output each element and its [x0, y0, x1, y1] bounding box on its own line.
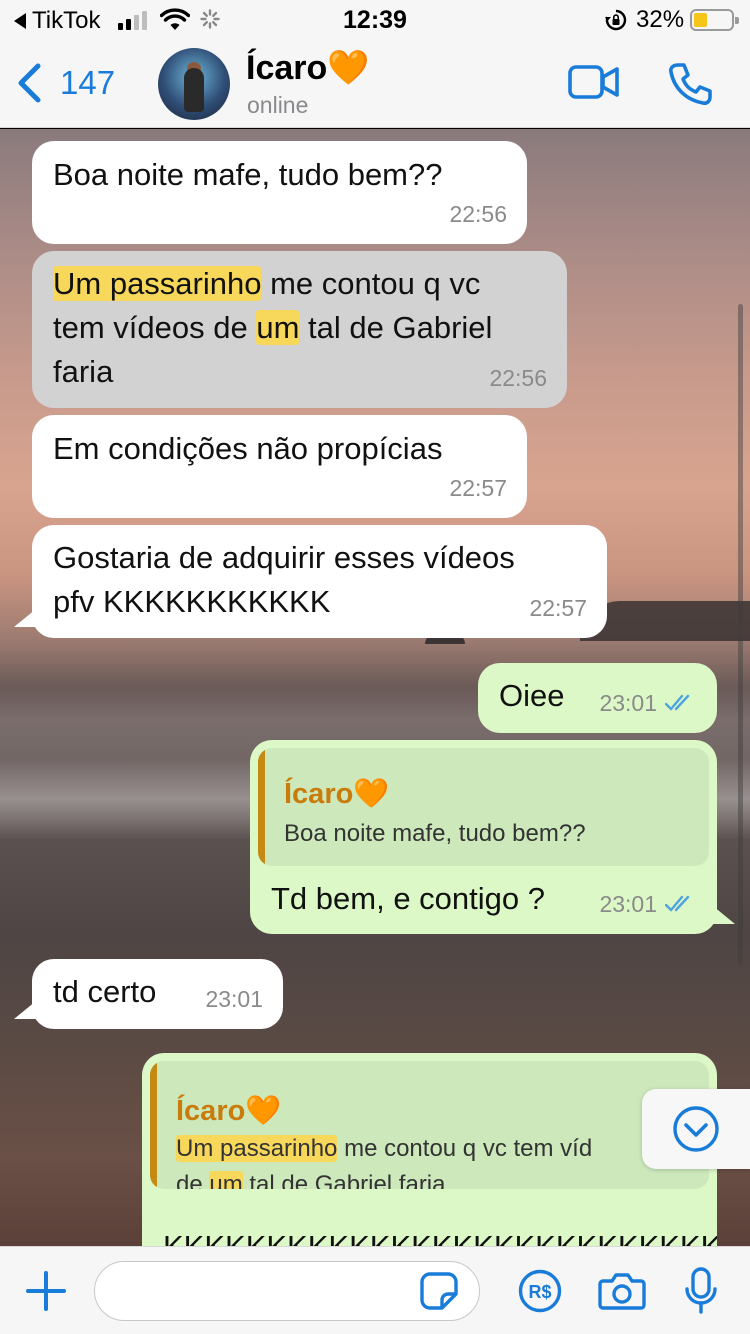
chat-area[interactable]: Boa noite mafe, tudo bem?? 22:56 Um pass…	[0, 129, 750, 1246]
message-time: 22:57	[449, 475, 507, 501]
message-text: Oiee	[499, 678, 565, 713]
message-time: 23:01	[599, 690, 657, 716]
scroll-to-bottom-button[interactable]	[642, 1089, 750, 1169]
message-time: 22:56	[489, 365, 547, 391]
pix-payment-icon[interactable]: R$	[518, 1269, 562, 1313]
quote-text: Boa noite mafe, tudo bem??	[284, 820, 586, 847]
quoted-message[interactable]: Ícaro🧡 Boa noite mafe, tudo bem??	[258, 748, 709, 866]
status-bar: TikTok 12:39 32%	[0, 0, 750, 40]
quote-text: Um passarinho me contou q vc tem víd de …	[176, 1131, 592, 1189]
message-text: Gostaria de adquirir esses vídeos pfv KK…	[53, 540, 515, 619]
sticker-icon[interactable]	[420, 1272, 458, 1310]
contact-name[interactable]: Ícaro🧡	[246, 48, 370, 88]
scrollbar[interactable]	[738, 304, 743, 964]
unread-count: 147	[60, 64, 116, 101]
quoted-message[interactable]: Ícaro🧡 Um passarinho me contou q vc tem …	[150, 1061, 709, 1189]
camera-icon[interactable]	[598, 1271, 646, 1311]
message-bubble[interactable]: td certo 23:01	[32, 959, 283, 1029]
message-text: td certo	[53, 974, 157, 1009]
orientation-lock-icon	[605, 9, 627, 31]
message-text: KKKKKKKKKKKKKKKKKKKKKKKKKKK	[163, 1225, 717, 1246]
message-bubble[interactable]: Em condições não propícias 22:57	[32, 415, 527, 518]
message-text: Em condições não propícias	[53, 431, 443, 466]
plus-icon[interactable]	[24, 1269, 68, 1313]
message-bubble-outgoing[interactable]: Ícaro🧡 Boa noite mafe, tudo bem?? Td bem…	[250, 740, 717, 934]
composer-bar: R$	[0, 1246, 750, 1334]
microphone-icon[interactable]	[684, 1267, 718, 1315]
read-receipt-icon	[665, 694, 690, 711]
message-text: Um passarinho me contou q vc tem vídeos …	[53, 266, 493, 389]
message-text: Boa noite mafe, tudo bem??	[53, 157, 443, 192]
message-bubble-outgoing[interactable]: Oiee 23:01	[478, 663, 717, 733]
contact-status: online	[247, 92, 309, 118]
battery-icon	[690, 9, 739, 31]
message-time: 22:56	[449, 201, 507, 227]
video-call-icon[interactable]	[568, 64, 620, 100]
battery-percent: 32%	[636, 6, 685, 33]
quote-author: Ícaro🧡	[176, 1095, 282, 1127]
message-bubble-outgoing[interactable]: Ícaro🧡 Um passarinho me contou q vc tem …	[142, 1053, 717, 1246]
message-time: 23:01	[205, 986, 263, 1012]
svg-text:R$: R$	[528, 1282, 551, 1302]
back-button[interactable]: 147	[16, 62, 115, 104]
message-bubble[interactable]: Gostaria de adquirir esses vídeos pfv KK…	[32, 525, 607, 638]
message-bubble[interactable]: Boa noite mafe, tudo bem?? 22:56	[32, 141, 527, 244]
bubble-tail	[713, 906, 735, 924]
message-text: Td bem, e contigo ?	[271, 881, 545, 916]
search-highlight: Um passarinho	[176, 1135, 338, 1162]
back-chevron-icon	[18, 63, 41, 103]
message-bubble-selected[interactable]: Um passarinho me contou q vc tem vídeos …	[32, 251, 567, 408]
chevron-down-icon	[673, 1106, 719, 1152]
message-time: 22:57	[529, 595, 587, 621]
search-highlight: Um passarinho	[53, 266, 262, 301]
bubble-tail	[14, 1001, 36, 1019]
chat-header: 147 Ícaro🧡 online	[0, 40, 750, 128]
phone-icon[interactable]	[668, 62, 712, 106]
quote-author: Ícaro🧡	[284, 778, 390, 810]
bubble-tail	[14, 609, 36, 627]
search-highlight: um	[209, 1171, 243, 1189]
contact-avatar[interactable]	[158, 48, 230, 120]
message-time: 23:01	[599, 891, 657, 917]
read-receipt-icon	[665, 895, 690, 912]
search-highlight: um	[256, 310, 300, 345]
